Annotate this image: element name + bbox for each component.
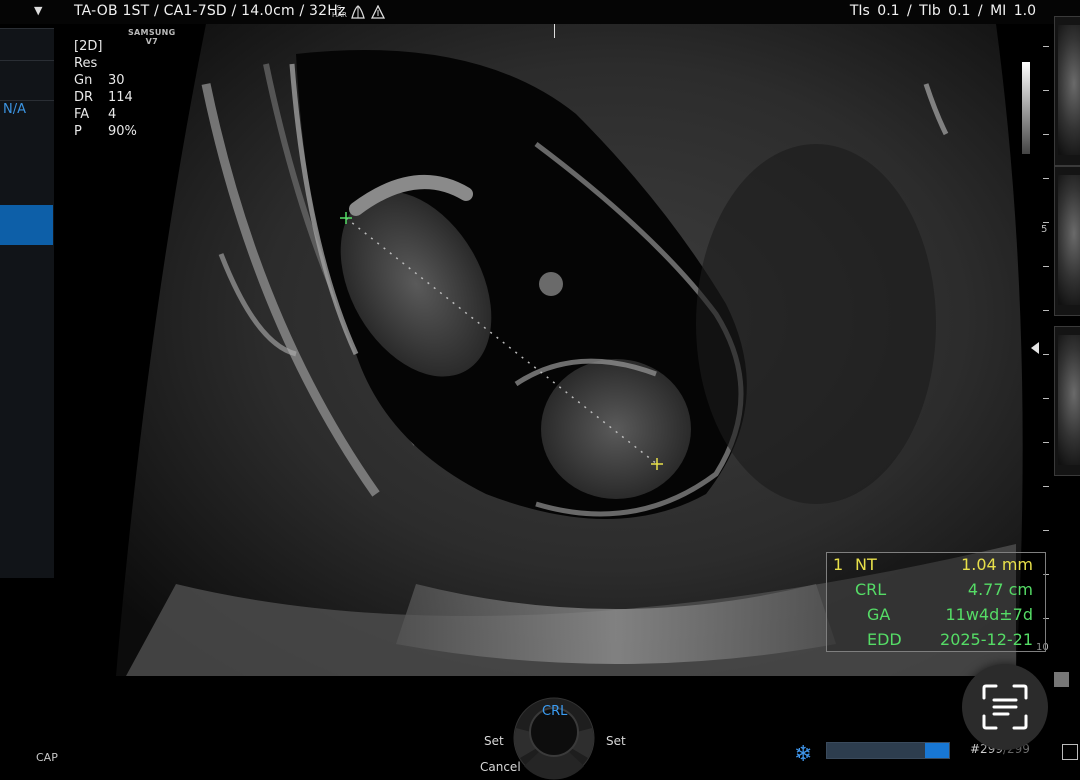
measurement-results: 1 NT 1.04 mm CRL 4.77 cm GA 11w4d±7d EDD… — [826, 552, 1046, 652]
measurement-row: CRL 4.77 cm — [855, 580, 1033, 599]
thumbnail[interactable] — [1054, 326, 1080, 476]
dial-center-label[interactable]: CRL — [542, 704, 567, 719]
measurement-row: GA 11w4d±7d — [867, 605, 1033, 624]
exam-icons: S HAR — [332, 3, 386, 21]
menu-arrow-icon[interactable]: ▼ — [34, 4, 42, 17]
image-parameters: [2D] Res Gn 30 DR 114 FA 4 P 90% — [74, 38, 137, 140]
param-row: Gn 30 — [74, 73, 125, 88]
measurement-row: 1 NT 1.04 mm — [833, 555, 1033, 574]
index-info: TIs 0.1 / TIb 0.1 / MI 1.0 — [849, 3, 1036, 19]
thumbnail[interactable] — [1054, 16, 1080, 166]
param-row: P 90% — [74, 124, 137, 139]
param-mode: [2D] — [74, 39, 103, 54]
left-divider — [0, 60, 54, 61]
sharp-icon: S HAR — [332, 4, 347, 19]
focus-marker-icon[interactable] — [1031, 342, 1039, 354]
thumbnail-strip — [1052, 16, 1080, 506]
grayscale-bar — [1022, 62, 1030, 154]
left-panel: N/A — [0, 28, 54, 578]
probe-icon — [351, 5, 365, 19]
text-scan-icon — [982, 684, 1028, 730]
thumbnail[interactable] — [1054, 166, 1080, 316]
exam-info: TA-OB 1ST / CA1-7SD / 14.0cm / 32Hz — [74, 3, 346, 19]
probe-icon — [370, 5, 386, 19]
depth-label: 5 — [1041, 224, 1048, 235]
cine-progress-bar[interactable] — [826, 742, 950, 759]
layout-box-icon[interactable] — [1062, 744, 1078, 760]
param-row: DR 114 — [74, 90, 133, 105]
cine-progress-fill — [924, 743, 949, 758]
freeze-snowflake-icon[interactable]: ❄ — [794, 742, 812, 767]
left-selected-item[interactable] — [0, 205, 53, 245]
set-right-button[interactable]: Set — [606, 734, 626, 748]
left-divider — [0, 100, 54, 101]
left-divider — [0, 28, 54, 29]
text-scan-button[interactable] — [962, 664, 1048, 750]
top-bar: ▼ TA-OB 1ST / CA1-7SD / 14.0cm / 32Hz SH… — [0, 0, 1080, 24]
measurement-row: EDD 2025-12-21 — [867, 630, 1033, 649]
cancel-button[interactable]: Cancel — [480, 760, 521, 774]
left-na-label[interactable]: N/A — [3, 102, 26, 117]
center-line-marker — [554, 24, 555, 38]
param-row: FA 4 — [74, 107, 117, 122]
param-res: Res — [74, 56, 98, 71]
cap-label[interactable]: CAP — [36, 751, 58, 764]
small-square-icon[interactable] — [1054, 672, 1069, 687]
set-left-button[interactable]: Set — [484, 734, 504, 748]
